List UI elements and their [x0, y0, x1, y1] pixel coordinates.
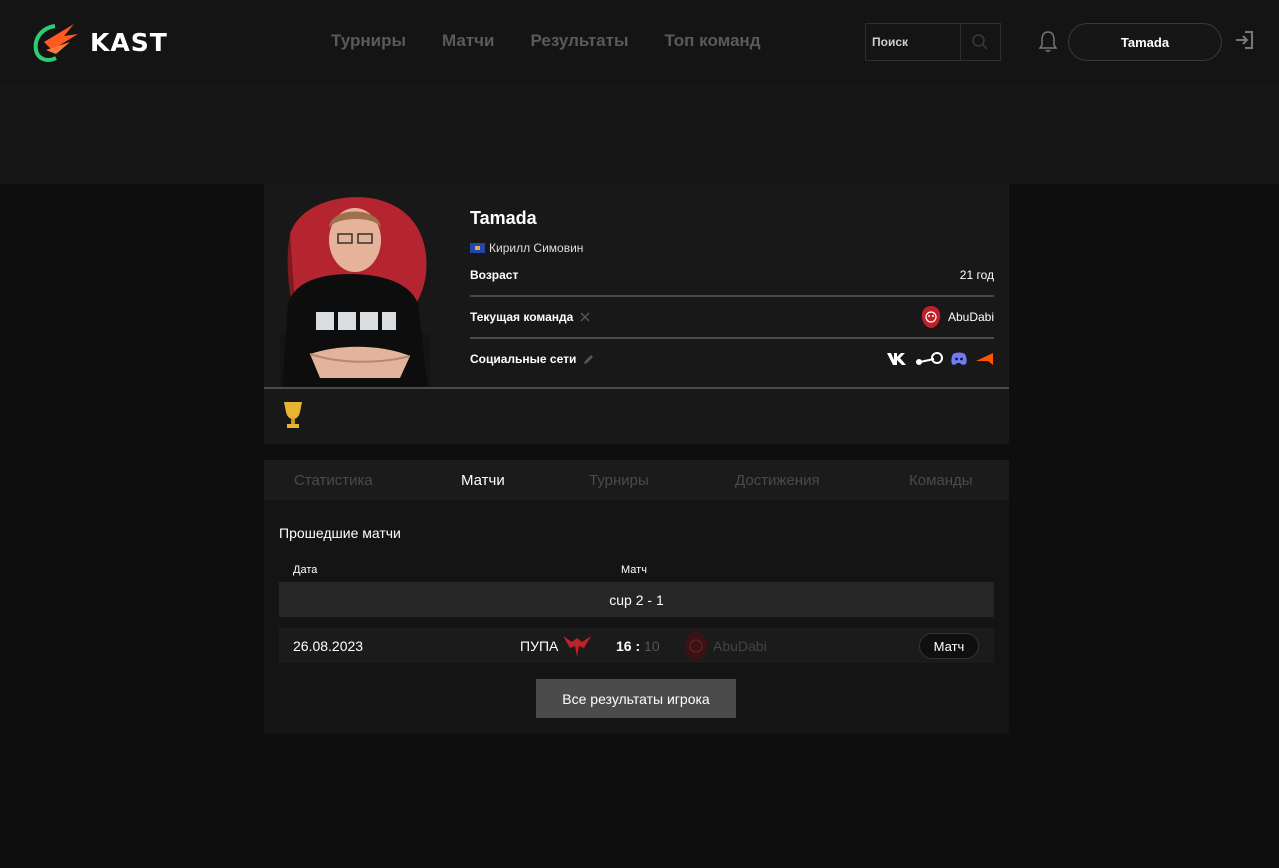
tournament-group-name: cup 2 - 1 [609, 591, 664, 608]
tab-matches[interactable]: Матчи [461, 472, 505, 489]
age-value: 21 год [959, 268, 994, 282]
tournament-group-row[interactable]: cup 2 - 1 [279, 582, 994, 617]
logo-text: KAST [90, 27, 168, 57]
match-date: 26.08.2023 [293, 638, 364, 654]
profile-divider [264, 387, 1009, 389]
search-input[interactable] [866, 24, 960, 60]
tab-achievements[interactable]: Достижения [735, 472, 820, 489]
team2-logo-icon [684, 632, 708, 660]
match-details-button[interactable]: Матч [919, 633, 979, 659]
match-row[interactable]: 26.08.2023 ПУПА 16 : 10 AbuDabi Матч [279, 628, 994, 663]
player-profile-card: Tamada Кирилл Симовин Возраст 21 год Тек… [264, 184, 1009, 444]
player-nickname: Tamada [470, 208, 537, 228]
close-icon[interactable] [579, 311, 591, 323]
logout-icon [1236, 31, 1253, 49]
real-name-text: Кирилл Симовин [489, 241, 584, 255]
user-profile-button[interactable]: Tamada [1068, 23, 1222, 61]
search-icon [972, 34, 988, 50]
player-real-name: Кирилл Симовин [470, 241, 994, 255]
country-flag-icon [470, 243, 485, 253]
player-info: Tamada Кирилл Симовин Возраст 21 год Тек… [470, 208, 994, 379]
team-name: AbuDabi [947, 310, 994, 324]
achievement-trophy[interactable] [282, 400, 304, 435]
nav-top-teams[interactable]: Топ команд [664, 31, 760, 51]
team-label: Текущая команда [470, 310, 574, 324]
abudabi-logo-icon [921, 306, 941, 328]
team1-logo-icon [563, 636, 591, 657]
top-navigation-bar: KAST Турниры Матчи Результаты Топ команд… [0, 0, 1279, 84]
tab-tournaments[interactable]: Турниры [589, 472, 649, 489]
nav-tournaments[interactable]: Турниры [331, 31, 406, 51]
column-date-header: Дата [293, 564, 318, 576]
player-tabs-card: Статистика Матчи Турниры Достижения Кома… [264, 460, 1009, 734]
discord-icon[interactable] [950, 352, 968, 366]
all-results-button[interactable]: Все результаты игрока [536, 679, 736, 718]
page-banner [0, 84, 1279, 184]
kast-logo-icon [33, 24, 78, 62]
nav-matches[interactable]: Матчи [442, 31, 494, 51]
search-box [865, 23, 1001, 61]
column-match-header: Матч [621, 564, 647, 576]
logout-button[interactable] [1234, 30, 1254, 55]
vk-icon[interactable] [886, 352, 908, 366]
age-row: Возраст 21 год [470, 255, 994, 297]
social-links [886, 352, 994, 366]
past-matches-title: Прошедшие матчи [279, 525, 401, 541]
tab-bar: Статистика Матчи Турниры Достижения Кома… [264, 460, 1009, 500]
team1-name[interactable]: ПУПА [520, 638, 558, 654]
trophy-icon [284, 402, 302, 428]
socials-label: Социальные сети [470, 352, 577, 366]
socials-row: Социальные сети [470, 339, 994, 379]
player-avatar [280, 194, 430, 388]
main-nav: Турниры Матчи Результаты Топ команд [331, 31, 796, 51]
faceit-icon[interactable] [974, 352, 994, 366]
bell-icon [1038, 31, 1058, 52]
score-team1: 16 [616, 638, 632, 654]
score-team2: 10 [644, 638, 660, 654]
current-team-link[interactable]: AbuDabi [920, 305, 994, 329]
age-label: Возраст [470, 268, 519, 282]
match-score: 16 : 10 [616, 638, 660, 654]
notifications-button[interactable] [1037, 29, 1059, 58]
pencil-icon[interactable] [582, 353, 595, 366]
tab-teams[interactable]: Команды [909, 472, 973, 489]
player-photo [280, 197, 430, 388]
score-separator: : [635, 638, 641, 654]
kast-logo[interactable]: KAST [30, 20, 168, 64]
team-row: Текущая команда AbuDabi [470, 297, 994, 339]
tab-statistics[interactable]: Статистика [294, 472, 373, 489]
search-button[interactable] [960, 24, 999, 60]
nav-results[interactable]: Результаты [530, 31, 628, 51]
steam-icon[interactable] [914, 352, 944, 366]
team2-name[interactable]: AbuDabi [713, 638, 767, 654]
